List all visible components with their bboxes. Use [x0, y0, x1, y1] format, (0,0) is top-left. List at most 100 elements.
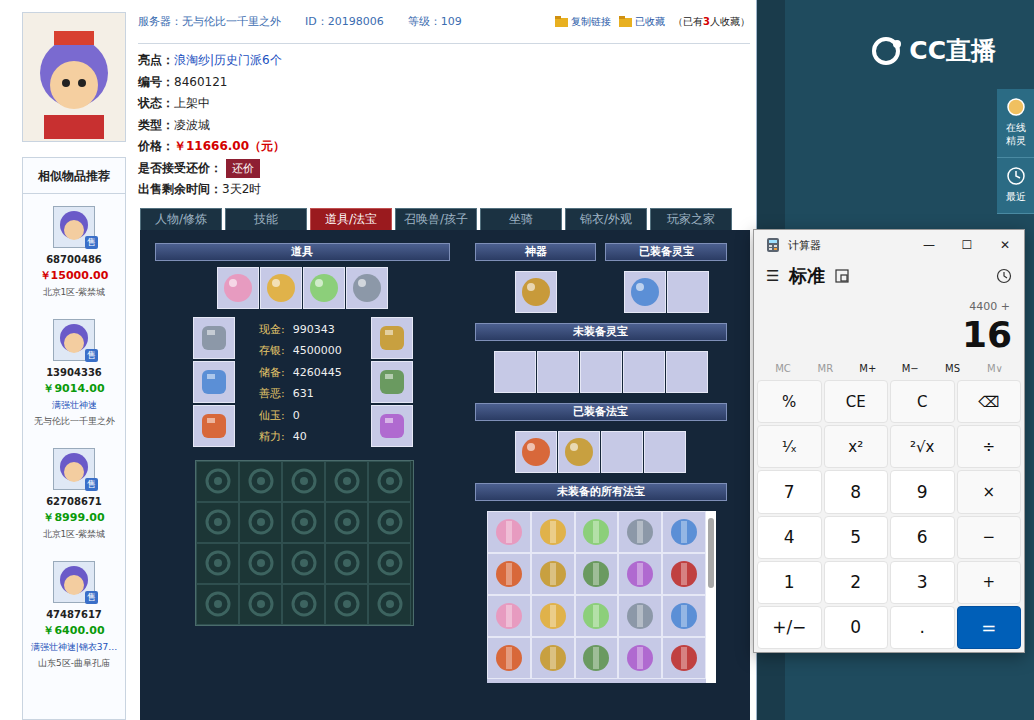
inventory-slot[interactable] — [196, 461, 239, 502]
similar-item[interactable]: 售62708671￥8999.00北京1区-紫禁城 — [23, 436, 125, 549]
inventory-slot[interactable] — [282, 584, 325, 625]
lingbao-slot[interactable] — [667, 271, 709, 313]
inventory-slot[interactable] — [196, 584, 239, 625]
lingbao-slot[interactable] — [666, 351, 708, 393]
calc-key[interactable]: 8 — [824, 470, 889, 513]
inventory-slot[interactable] — [196, 502, 239, 543]
scrollbar[interactable] — [706, 511, 716, 683]
tab[interactable]: 坐骑 — [480, 208, 562, 230]
scroll-thumb[interactable] — [708, 518, 714, 588]
inventory-slot[interactable] — [325, 584, 368, 625]
fabao-slot[interactable] — [531, 553, 575, 595]
equipment-slot[interactable] — [193, 405, 235, 447]
tab[interactable]: 道具/法宝 — [310, 208, 392, 230]
inventory-slot[interactable] — [282, 502, 325, 543]
inventory-slot[interactable] — [368, 543, 411, 584]
calc-key[interactable]: ²√x — [890, 425, 955, 468]
calc-key[interactable]: 6 — [890, 516, 955, 559]
memory-button[interactable]: M+ — [849, 363, 887, 374]
calc-key[interactable]: 9 — [890, 470, 955, 513]
lingbao-slot[interactable] — [623, 351, 665, 393]
fabao-slot[interactable] — [487, 637, 531, 679]
header-link[interactable]: 复制链接 — [555, 15, 611, 29]
tab[interactable]: 锦衣/外观 — [565, 208, 647, 230]
calc-key[interactable]: 4 — [757, 516, 822, 559]
fabao-slot[interactable] — [487, 511, 531, 553]
bargain-button[interactable]: 还价 — [226, 159, 260, 178]
item-slot[interactable] — [260, 267, 302, 309]
window-control[interactable]: ✕ — [986, 230, 1024, 260]
inventory-slot[interactable] — [325, 461, 368, 502]
fabao-slot[interactable] — [662, 595, 706, 637]
inventory-slot[interactable] — [239, 543, 282, 584]
calc-key[interactable]: 3 — [890, 561, 955, 604]
inventory-slot[interactable] — [239, 584, 282, 625]
lingbao-slot[interactable] — [494, 351, 536, 393]
fabao-slot[interactable] — [487, 553, 531, 595]
calc-key[interactable]: C — [890, 380, 955, 423]
calc-key[interactable]: 0 — [824, 606, 889, 649]
header-link[interactable]: 已收藏 — [619, 15, 665, 29]
tab[interactable]: 玩家之家 — [650, 208, 732, 230]
inventory-slot[interactable] — [196, 543, 239, 584]
memory-button[interactable]: MS — [934, 363, 972, 374]
equipment-slot[interactable] — [193, 317, 235, 359]
inventory-slot[interactable] — [368, 502, 411, 543]
inventory-slot[interactable] — [325, 502, 368, 543]
calc-key[interactable]: 5 — [824, 516, 889, 559]
calc-key[interactable]: CE — [824, 380, 889, 423]
lingbao-slot[interactable] — [537, 351, 579, 393]
tab[interactable]: 技能 — [225, 208, 307, 230]
calc-key[interactable]: . — [890, 606, 955, 649]
inventory-slot[interactable] — [368, 461, 411, 502]
fabao-slot[interactable] — [487, 595, 531, 637]
artifact-slot[interactable] — [515, 271, 557, 313]
calc-key[interactable]: 2 — [824, 561, 889, 604]
inventory-slot[interactable] — [368, 584, 411, 625]
item-slot[interactable] — [217, 267, 259, 309]
fabao-slot[interactable] — [618, 637, 662, 679]
calc-key[interactable]: ¹⁄ₓ — [757, 425, 822, 468]
fabao-slot[interactable] — [531, 637, 575, 679]
calc-key[interactable]: % — [757, 380, 822, 423]
fabao-slot[interactable] — [575, 595, 619, 637]
fabao-slot[interactable] — [644, 431, 686, 473]
fabao-slot[interactable] — [618, 511, 662, 553]
inventory-slot[interactable] — [282, 461, 325, 502]
fabao-slot[interactable] — [515, 431, 557, 473]
calc-key[interactable]: x² — [824, 425, 889, 468]
window-control[interactable]: — — [910, 230, 948, 260]
lingbao-slot[interactable] — [580, 351, 622, 393]
inventory-slot[interactable] — [325, 543, 368, 584]
calc-key[interactable]: ⌫ — [957, 380, 1022, 423]
fabao-slot[interactable] — [575, 553, 619, 595]
keep-on-top-icon[interactable] — [835, 269, 849, 283]
calc-key[interactable]: 7 — [757, 470, 822, 513]
calc-key[interactable]: = — [957, 606, 1022, 649]
title-bar[interactable]: 计算器—☐✕ — [754, 230, 1024, 260]
item-slot[interactable] — [346, 267, 388, 309]
side-button[interactable]: 在线精灵 — [997, 89, 1034, 158]
tab[interactable]: 人物/修炼 — [140, 208, 222, 230]
similar-item[interactable]: 售47487617￥6400.00满强壮神速|锦衣37…山东5区-曲阜孔庙 — [23, 549, 125, 678]
calc-key[interactable]: 1 — [757, 561, 822, 604]
fabao-slot[interactable] — [558, 431, 600, 473]
inventory-slot[interactable] — [239, 502, 282, 543]
fabao-slot[interactable] — [662, 637, 706, 679]
equipment-slot[interactable] — [371, 317, 413, 359]
menu-button[interactable]: ☰ — [766, 267, 779, 285]
inventory-slot[interactable] — [282, 543, 325, 584]
lingbao-slot[interactable] — [624, 271, 666, 313]
calculator-window[interactable]: 计算器—☐✕☰标准4400 +16MCMRM+M−MSM∨%CEC⌫¹⁄ₓx²²… — [753, 229, 1025, 653]
calc-key[interactable]: − — [957, 516, 1022, 559]
similar-item[interactable]: 售13904336￥9014.00满强壮神速无与伦比一千里之外 — [23, 307, 125, 436]
item-slot[interactable] — [303, 267, 345, 309]
fabao-slot[interactable] — [531, 595, 575, 637]
inventory-slot[interactable] — [239, 461, 282, 502]
equipment-slot[interactable] — [193, 361, 235, 403]
fabao-slot[interactable] — [662, 553, 706, 595]
similar-item[interactable]: 售68700486￥15000.00北京1区-紫禁城 — [23, 194, 125, 307]
fabao-slot[interactable] — [531, 511, 575, 553]
side-button[interactable]: 最近 — [997, 158, 1034, 214]
window-control[interactable]: ☐ — [948, 230, 986, 260]
